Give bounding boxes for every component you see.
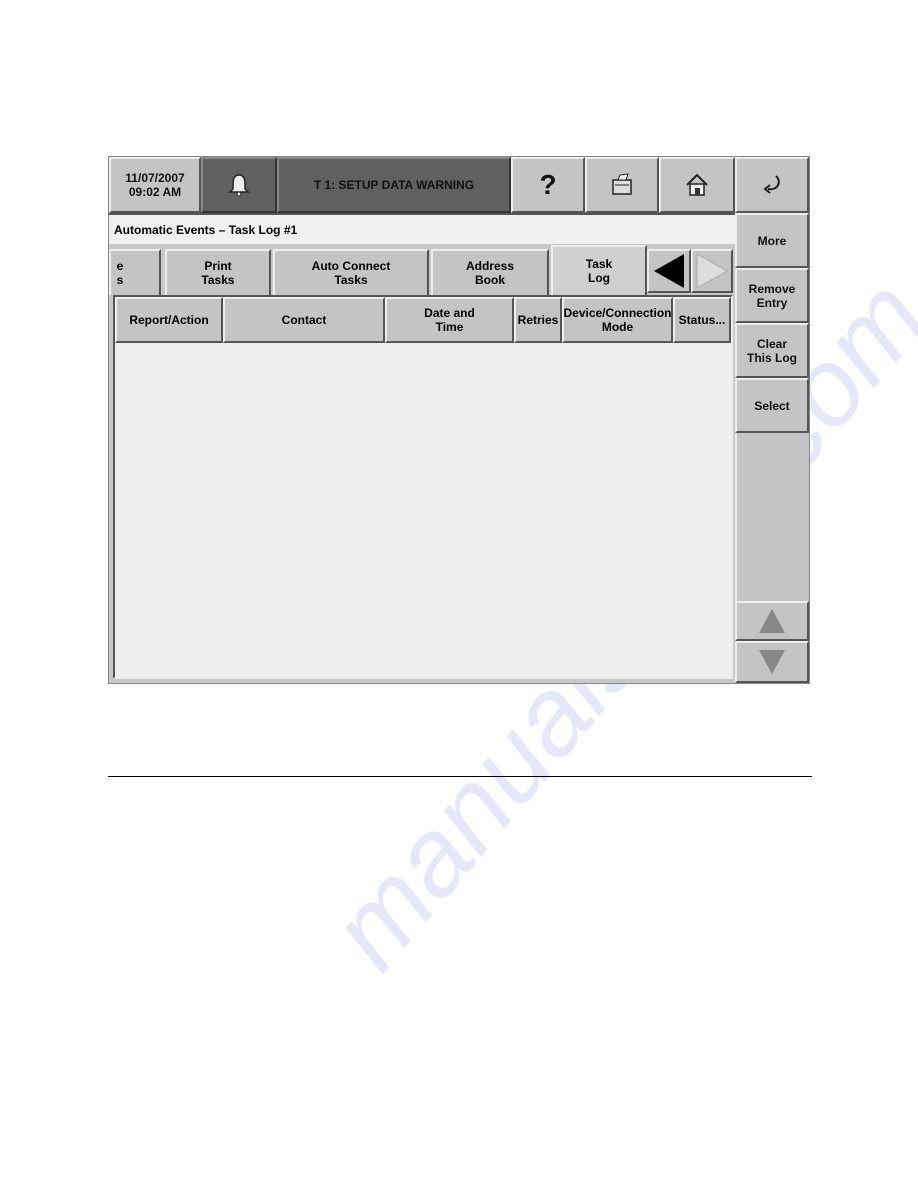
scroll-down-button[interactable]	[735, 641, 809, 683]
column-header-device-connection-mode[interactable]: Device/Connection Mode	[562, 297, 673, 343]
tab-label: Print	[204, 259, 232, 273]
home-button[interactable]	[659, 157, 735, 213]
tab-task-log[interactable]: Task Log	[551, 245, 647, 295]
tab-auto-connect-tasks[interactable]: Auto Connect Tasks	[273, 249, 429, 295]
tab-label: Book	[475, 273, 505, 287]
back-button[interactable]	[735, 157, 809, 213]
tab-label: Auto Connect	[311, 259, 391, 273]
button-label: Remove	[748, 281, 796, 296]
column-label: Time	[435, 320, 464, 334]
alarm-button[interactable]	[201, 157, 277, 213]
datetime-display: 11/07/2007 09:02 AM	[109, 157, 201, 213]
scroll-up-button[interactable]	[735, 601, 809, 641]
arrow-down-icon	[759, 650, 785, 674]
clear-this-log-button[interactable]: Clear This Log	[735, 323, 809, 378]
tab-label: Log	[588, 271, 610, 285]
bell-icon	[228, 174, 250, 197]
home-icon	[686, 173, 708, 196]
date-text: 11/07/2007	[125, 171, 185, 185]
remove-entry-button[interactable]: Remove Entry	[735, 268, 809, 323]
column-label: Mode	[601, 320, 634, 334]
return-arrow-icon	[763, 175, 780, 194]
button-label: Entry	[756, 295, 788, 310]
tab-scroll-right-button[interactable]	[691, 249, 733, 293]
column-header-date-time[interactable]: Date and Time	[385, 297, 514, 343]
help-button[interactable]: ?	[511, 157, 585, 213]
warning-banner[interactable]: T 1: SETUP DATA WARNING	[277, 157, 511, 213]
page-title: Automatic Events – Task Log #1	[109, 213, 735, 244]
button-label: Clear	[756, 336, 788, 351]
side-panel-filler	[735, 433, 809, 601]
column-header-retries[interactable]: Retries	[514, 297, 562, 343]
column-header-report-action[interactable]: Report/Action	[115, 297, 223, 343]
tab-scroll-left-button[interactable]	[647, 249, 691, 293]
tab-label: s	[116, 273, 124, 287]
column-header-status[interactable]: Status...	[673, 297, 731, 343]
select-button[interactable]: Select	[735, 378, 809, 433]
tab-partial[interactable]: es	[109, 249, 161, 295]
time-text: 09:02 AM	[128, 185, 182, 199]
button-label: This Log	[747, 350, 797, 365]
tab-address-book[interactable]: Address Book	[431, 249, 549, 295]
column-label: Report/Action	[129, 313, 209, 327]
column-header-contact[interactable]: Contact	[223, 297, 385, 343]
tab-label: Tasks	[201, 273, 235, 287]
arrow-left-icon	[654, 254, 684, 288]
warning-text: T 1: SETUP DATA WARNING	[313, 178, 475, 192]
question-mark-icon: ?	[539, 169, 557, 200]
printer-icon	[612, 173, 632, 195]
tab-label: e	[116, 259, 124, 273]
page-divider	[108, 776, 812, 777]
button-label: More	[757, 233, 787, 248]
tab-label: Tasks	[334, 273, 368, 287]
button-label: Select	[754, 398, 790, 413]
column-label: Contact	[281, 313, 327, 327]
more-button[interactable]: More	[735, 213, 809, 268]
tab-label: Address	[465, 259, 515, 273]
column-label: Status...	[678, 313, 726, 327]
arrow-right-icon	[696, 253, 729, 289]
task-log-table[interactable]: Report/Action Contact Date and Time Retri…	[113, 295, 733, 679]
tab-print-tasks[interactable]: Print Tasks	[165, 249, 271, 295]
arrow-up-icon	[759, 609, 785, 633]
printer-button[interactable]	[585, 157, 659, 213]
tab-label: Task	[585, 257, 613, 271]
column-label: Date and	[424, 306, 475, 320]
app-screen: 11/07/2007 09:02 AM T 1: SETUP DATA WARNI…	[108, 156, 810, 684]
column-label: Device/Connection	[563, 306, 672, 320]
column-label: Retries	[517, 313, 559, 327]
